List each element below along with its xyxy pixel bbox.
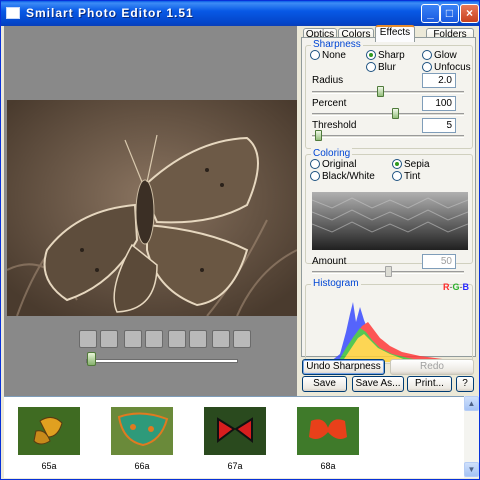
settings-panel: Optics Colors Effects Folders Sharpness … [299,25,479,396]
threshold-slider-thumb[interactable] [314,130,322,141]
sharpness-title: Sharpness [311,39,363,50]
thumbnail-item[interactable]: 66a [111,407,173,471]
histogram-plot [330,302,460,362]
thumbnail-item[interactable]: 67a [204,407,266,471]
actual-size-icon[interactable] [100,330,118,348]
percent-slider-track[interactable] [312,113,464,116]
thumbnail-caption: 66a [134,461,150,471]
scroll-down-icon[interactable]: ▼ [464,462,479,477]
zoom-slider-thumb[interactable] [86,352,96,366]
histogram-channels: R-G-B [442,282,470,292]
thumbnail-image [297,407,359,455]
fit-page-icon[interactable] [79,330,97,348]
close-button[interactable]: × [460,4,479,23]
thumbnail-item[interactable]: 65a [18,407,80,471]
thumbnail-strip: 65a 66a 67a 68a [4,396,464,478]
percent-field[interactable]: 100 [422,96,456,111]
save-button[interactable]: Save [302,376,347,392]
redo-button[interactable]: Redo [390,359,474,375]
radio-unfocus[interactable]: Unfocus [422,62,471,73]
app-window: Smilart Photo Editor 1.51 _ □ × Optics C… [0,0,480,480]
thumbnail-caption: 67a [227,461,243,471]
maximize-button[interactable]: □ [440,4,459,23]
radius-field[interactable]: 2.0 [422,73,456,88]
radio-sharp[interactable]: Sharp [366,50,405,61]
radio-original[interactable]: Original [310,159,356,170]
thumbnail-item[interactable]: 68a [297,407,359,471]
scroll-up-icon[interactable]: ▲ [464,396,479,411]
channel-g[interactable]: G [452,282,459,292]
window-title: Smilart Photo Editor 1.51 [26,6,194,20]
preview-area [4,26,297,396]
radio-sepia[interactable]: Sepia [392,159,430,170]
tint-color-picker[interactable] [312,192,468,250]
radio-blur[interactable]: Blur [366,62,396,73]
zoom-slider-track[interactable] [86,359,238,363]
thumbnail-image [18,407,80,455]
thumbnail-image [111,407,173,455]
zoom-in-icon[interactable] [124,330,142,348]
threshold-field[interactable]: 5 [422,118,456,133]
threshold-slider-track[interactable] [312,135,464,138]
radius-slider-track[interactable] [312,91,464,94]
effects-tab-body: Sharpness None Sharp Glow Blur Unfocus R… [301,37,476,364]
fullscreen-icon[interactable] [233,330,251,348]
amount-label: Amount [312,256,347,267]
thumbnail-caption: 65a [41,461,57,471]
radio-black-white[interactable]: Black/White [310,171,375,182]
radio-tint[interactable]: Tint [392,171,420,182]
rotate-left-icon[interactable] [168,330,186,348]
thumbnail-image [204,407,266,455]
radio-none[interactable]: None [310,50,346,61]
minimize-button[interactable]: _ [421,4,440,23]
coloring-title: Coloring [311,148,353,159]
help-button[interactable]: ? [456,376,474,392]
amount-field[interactable]: 50 [422,254,456,269]
tab-effects[interactable]: Effects [375,25,415,42]
zoom-out-icon[interactable] [145,330,163,348]
amount-slider-thumb[interactable] [384,266,392,277]
thumbnail-scrollbar[interactable]: ▲ ▼ [464,396,479,478]
photo-preview [7,100,297,316]
save-as-button[interactable]: Save As... [352,376,404,392]
percent-label: Percent [312,98,347,109]
undo-button[interactable]: Undo Sharpness [302,359,385,375]
app-icon [6,7,20,19]
histogram-title: Histogram [311,278,361,289]
rotate-right-icon[interactable] [189,330,207,348]
percent-slider-thumb[interactable] [391,108,399,119]
crop-icon[interactable] [212,330,230,348]
histogram: Histogram R-G-B [304,278,475,370]
thumbnail-caption: 68a [320,461,336,471]
title-bar[interactable]: Smilart Photo Editor 1.51 _ □ × [1,1,479,26]
radius-slider-thumb[interactable] [377,86,385,97]
channel-b[interactable]: B [463,282,470,292]
radius-label: Radius [312,75,344,86]
print-button[interactable]: Print... [407,376,452,392]
radio-glow[interactable]: Glow [422,50,457,61]
